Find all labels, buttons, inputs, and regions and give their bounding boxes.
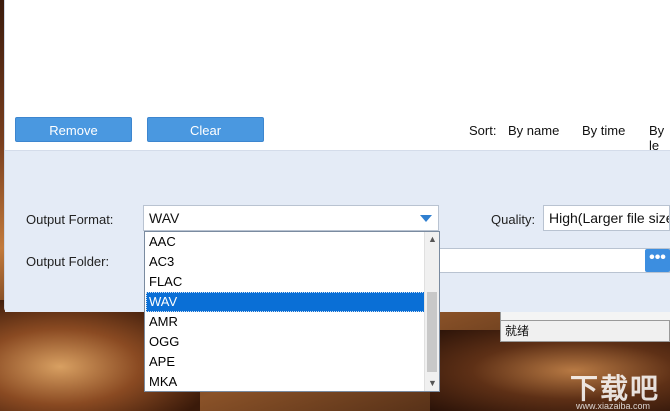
status-bar: 就绪 — [500, 320, 670, 342]
scrollbar-thumb[interactable] — [427, 292, 437, 372]
format-option-flac[interactable]: FLAC — [146, 272, 425, 292]
format-option-mka[interactable]: MKA — [146, 372, 425, 392]
output-format-label: Output Format: — [26, 212, 114, 227]
chevron-down-icon[interactable] — [420, 215, 432, 222]
output-folder-label: Output Folder: — [26, 254, 110, 269]
browse-folder-button[interactable]: ••• — [645, 249, 670, 272]
quality-select[interactable]: High(Larger file size) — [543, 205, 670, 231]
format-option-wav[interactable]: WAV — [146, 292, 425, 312]
format-option-ogg[interactable]: OGG — [146, 332, 425, 352]
output-format-dropdown-list[interactable]: AAC AC3 FLAC WAV AMR OGG APE MKA ▲ ▼ — [144, 231, 440, 392]
sort-by-name-option[interactable]: By name — [508, 123, 559, 138]
watermark-url: www.xiazaiba.com — [575, 401, 650, 411]
output-format-select[interactable]: WAV — [143, 205, 439, 231]
output-format-value: WAV — [149, 210, 180, 226]
clear-button[interactable]: Clear — [147, 117, 264, 142]
scroll-up-icon[interactable]: ▲ — [425, 232, 440, 247]
sort-label: Sort: — [469, 123, 497, 138]
status-window-frame — [500, 312, 670, 320]
scroll-down-icon[interactable]: ▼ — [425, 376, 440, 391]
format-option-aac[interactable]: AAC — [146, 232, 425, 252]
sort-by-length-option[interactable]: By le — [649, 123, 670, 153]
remove-button[interactable]: Remove — [15, 117, 132, 142]
dropdown-scrollbar[interactable]: ▲ ▼ — [424, 232, 439, 391]
output-folder-field[interactable] — [439, 248, 670, 273]
format-option-amr[interactable]: AMR — [146, 312, 425, 332]
quality-label: Quality: — [491, 212, 536, 227]
sort-by-time-option[interactable]: By time — [582, 123, 625, 138]
format-option-ac3[interactable]: AC3 — [146, 252, 425, 272]
format-option-ape[interactable]: APE — [146, 352, 425, 372]
